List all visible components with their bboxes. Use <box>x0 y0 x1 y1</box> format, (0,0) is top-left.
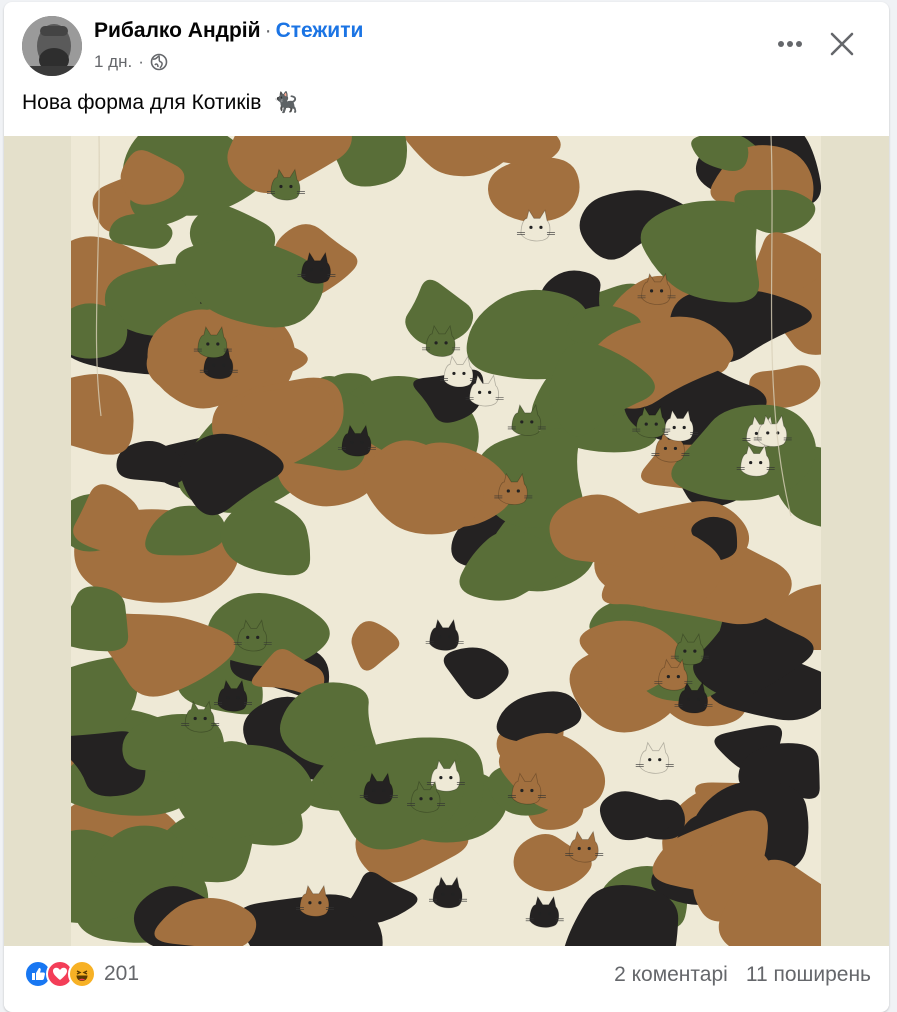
post-media[interactable] <box>4 136 889 946</box>
meta-separator: · <box>138 52 144 71</box>
haha-icon <box>68 960 96 988</box>
post-timestamp[interactable]: 1 дн. <box>94 52 132 72</box>
more-icon <box>778 41 802 47</box>
separator-dot: · <box>264 19 272 42</box>
author-name[interactable]: Рибалко Андрій <box>94 19 261 42</box>
follow-button[interactable]: Стежити <box>276 19 364 42</box>
post-header: Рибалко Андрій · Стежити 1 дн. · <box>4 2 889 82</box>
shares-count[interactable]: 11 поширень <box>746 963 871 987</box>
post-footer: 201 2 коментарі 11 поширень <box>4 946 889 1006</box>
post-caption: Нова форма для Котиків <box>22 91 262 114</box>
post-card: Рибалко Андрій · Стежити 1 дн. · Нова фо… <box>4 2 889 1012</box>
more-options-button[interactable] <box>770 26 810 62</box>
avatar[interactable] <box>22 16 82 76</box>
author-line: Рибалко Андрій · Стежити <box>94 19 363 43</box>
comments-count[interactable]: 2 коментарі <box>614 963 728 987</box>
reaction-count: 201 <box>104 962 140 985</box>
post-meta: 1 дн. · <box>94 52 168 72</box>
camouflage-cats-image[interactable] <box>71 136 821 946</box>
cat-emoji: 🐈‍⬛ <box>273 92 299 114</box>
close-icon <box>830 32 854 56</box>
reactions-summary[interactable]: 201 <box>24 960 139 988</box>
post-stats: 2 коментарі 11 поширень <box>614 963 871 987</box>
globe-icon <box>150 53 168 71</box>
post-text: Нова форма для Котиків 🐈‍⬛ <box>22 90 298 115</box>
close-button[interactable] <box>822 24 862 64</box>
